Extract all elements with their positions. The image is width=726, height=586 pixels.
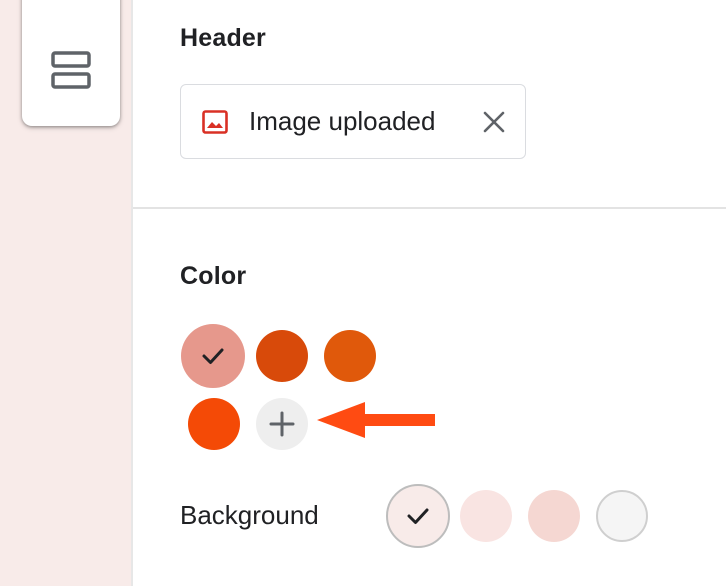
theme-color-swatch-1[interactable] bbox=[181, 324, 245, 388]
annotation-arrow-icon bbox=[317, 402, 435, 438]
header-image-chip: Image uploaded bbox=[180, 84, 526, 159]
add-custom-color-button[interactable] bbox=[256, 398, 308, 450]
background-swatch-3[interactable] bbox=[528, 490, 580, 542]
text-icon[interactable] bbox=[48, 0, 94, 20]
background-swatch-1[interactable] bbox=[386, 484, 450, 548]
upload-status-label: Image uploaded bbox=[249, 106, 436, 136]
background-swatch-2[interactable] bbox=[460, 490, 512, 542]
section-divider bbox=[133, 207, 726, 209]
theme-panel: Header Image uploaded Color Background bbox=[133, 0, 726, 586]
form-theme-page: Header Image uploaded Color Background bbox=[0, 0, 726, 586]
remove-image-button[interactable] bbox=[479, 107, 509, 137]
check-icon bbox=[407, 508, 429, 524]
background-swatch-4[interactable] bbox=[596, 490, 648, 542]
theme-color-swatch-3[interactable] bbox=[324, 330, 376, 382]
header-section-title: Header bbox=[180, 24, 266, 52]
background-label: Background bbox=[180, 500, 319, 530]
color-section-title: Color bbox=[180, 262, 247, 290]
sections-icon[interactable] bbox=[48, 51, 94, 91]
side-toolbar bbox=[22, 0, 120, 126]
close-icon bbox=[483, 111, 505, 133]
theme-color-swatch-4[interactable] bbox=[188, 398, 240, 450]
plus-icon bbox=[269, 411, 295, 437]
image-icon bbox=[201, 108, 229, 136]
theme-color-swatch-2[interactable] bbox=[256, 330, 308, 382]
check-icon bbox=[202, 348, 224, 364]
